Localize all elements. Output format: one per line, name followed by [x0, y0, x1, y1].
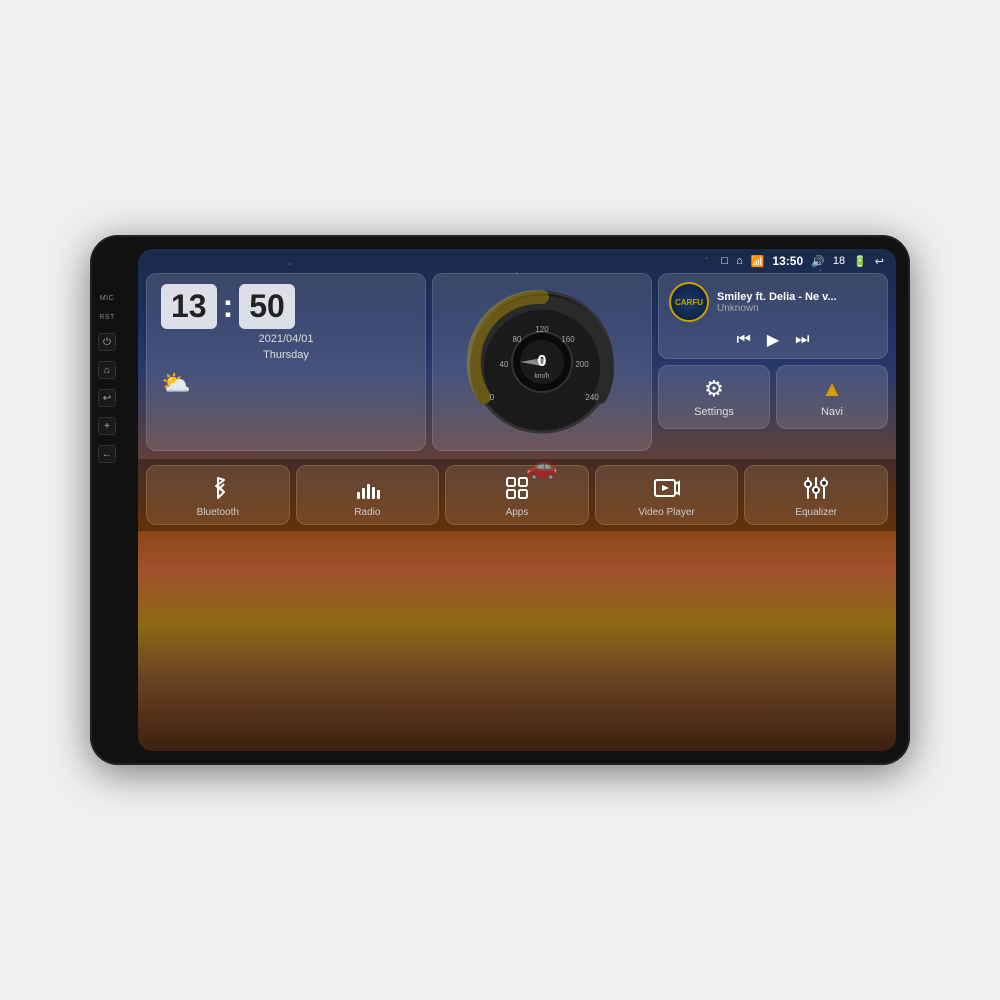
apps-label: Apps	[506, 507, 529, 518]
music-title: Smiley ft. Delia - Ne v...	[717, 291, 877, 303]
clock-minutes-block: 50	[239, 284, 295, 329]
svg-text:0: 0	[490, 393, 495, 402]
volume-icon: 🔊	[811, 255, 825, 268]
radio-label: Radio	[354, 507, 380, 518]
bluetooth-label: Bluetooth	[197, 507, 239, 518]
video-player-label: Video Player	[638, 507, 695, 518]
clock-widget: 13 : 50 2021/04/01 Thursday ⛅	[146, 273, 426, 451]
music-header: CARFU Smiley ft. Delia - Ne v... Unknown	[669, 282, 877, 322]
side-buttons: MIC RST ⏻ ⌂ ↩ + ←	[98, 295, 116, 463]
svg-text:240: 240	[585, 393, 599, 402]
music-artist: Unknown	[717, 303, 877, 314]
right-col: CARFU Smiley ft. Delia - Ne v... Unknown…	[658, 273, 888, 451]
speedo-widget: 0 40 80 120 160 200 240 0 km/h 🚗	[432, 273, 652, 451]
svg-text:160: 160	[561, 335, 575, 344]
navi-button[interactable]: ▲ Navi	[776, 365, 888, 429]
recents-icon-bar[interactable]: □	[721, 255, 728, 267]
back-icon[interactable]: ↩	[875, 255, 884, 268]
svg-text:120: 120	[535, 325, 549, 334]
clock-hours: 13	[171, 288, 207, 325]
radio-icon	[353, 474, 381, 502]
weather-icon: ⛅	[161, 369, 191, 398]
radio-button[interactable]: Radio	[296, 465, 440, 525]
apps-icon	[503, 474, 531, 502]
music-controls: ⏮ ▶ ⏭	[669, 330, 877, 350]
rst-label: RST	[99, 314, 115, 321]
prev-button[interactable]: ⏮	[736, 331, 750, 349]
home-icon-bar[interactable]: ⌂	[736, 255, 743, 267]
weather-row: ⛅	[161, 369, 411, 398]
equalizer-button[interactable]: Equalizer	[744, 465, 888, 525]
video-player-icon	[653, 474, 681, 502]
screen: □ ⌂ 📶 13:50 🔊 18 🔋 ↩ 13 : 50	[138, 249, 896, 751]
status-bar: □ ⌂ 📶 13:50 🔊 18 🔋 ↩	[138, 249, 896, 273]
next-button[interactable]: ⏭	[795, 331, 809, 349]
clock-display: 13 : 50	[161, 284, 411, 329]
power-button[interactable]: ⏻	[98, 333, 116, 351]
bluetooth-button[interactable]: Bluetooth	[146, 465, 290, 525]
battery-icon: 🔋	[853, 255, 867, 268]
settings-label: Settings	[694, 406, 734, 418]
music-widget[interactable]: CARFU Smiley ft. Delia - Ne v... Unknown…	[658, 273, 888, 359]
vol-up-button[interactable]: +	[98, 417, 116, 435]
svg-text:0: 0	[538, 353, 547, 370]
mic-label: MIC	[100, 295, 114, 302]
clock-sep: :	[223, 284, 234, 329]
equalizer-icon	[802, 474, 830, 502]
device-outer: MIC RST ⏻ ⌂ ↩ + ← □ ⌂ 📶 13:50 🔊 18 🔋 ↩ 1…	[90, 235, 910, 765]
clock-minutes: 50	[249, 288, 285, 325]
clock-hours-block: 13	[161, 284, 217, 329]
settings-button[interactable]: ⚙ Settings	[658, 365, 770, 429]
music-info: Smiley ft. Delia - Ne v... Unknown	[717, 291, 877, 314]
back-side-button[interactable]: ↩	[98, 389, 116, 407]
clock-date: 2021/04/01	[161, 333, 411, 345]
navi-icon: ▲	[821, 376, 843, 402]
settings-navi-row: ⚙ Settings ▲ Navi	[658, 365, 888, 429]
apps-button[interactable]: Apps	[445, 465, 589, 525]
volume-level: 18	[833, 255, 845, 267]
gauge-wrap: 0 40 80 120 160 200 240 0 km/h 🚗	[462, 282, 622, 442]
status-time: 13:50	[772, 254, 803, 268]
carfu-logo: CARFU	[669, 282, 709, 322]
wifi-icon: 📶	[751, 255, 765, 268]
clock-day: Thursday	[161, 349, 411, 361]
svg-text:80: 80	[513, 335, 522, 344]
navi-label: Navi	[821, 406, 843, 418]
video-player-button[interactable]: Video Player	[595, 465, 739, 525]
main-content: 13 : 50 2021/04/01 Thursday ⛅	[138, 273, 896, 451]
equalizer-label: Equalizer	[795, 507, 837, 518]
play-button[interactable]: ▶	[767, 330, 779, 350]
svg-text:200: 200	[575, 360, 589, 369]
home-side-button[interactable]: ⌂	[98, 361, 116, 379]
vol-down-button[interactable]: ←	[98, 445, 116, 463]
bluetooth-icon	[204, 474, 232, 502]
svg-text:km/h: km/h	[534, 373, 549, 380]
settings-icon: ⚙	[704, 376, 724, 402]
bottom-bar: Bluetooth Radio	[138, 459, 896, 531]
svg-text:40: 40	[500, 360, 509, 369]
